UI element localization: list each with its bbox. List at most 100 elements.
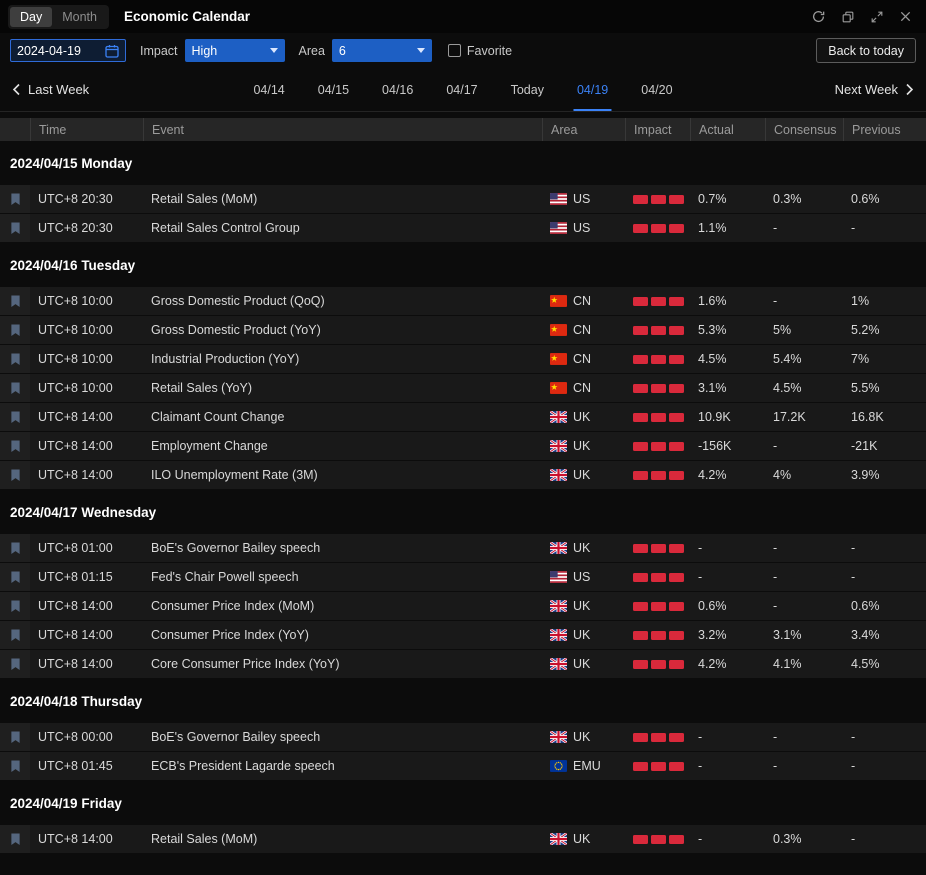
last-week-button[interactable]: Last Week	[12, 82, 89, 97]
actual-cell: 1.1%	[698, 221, 727, 235]
impact-bar	[651, 441, 666, 451]
actual-cell: -	[698, 832, 703, 846]
consensus-cell: 5%	[773, 323, 792, 337]
time-cell: UTC+8 20:30	[38, 221, 113, 235]
bookmark-cell[interactable]	[0, 752, 30, 780]
bookmark-cell[interactable]	[0, 592, 30, 620]
previous-cell: -21K	[851, 439, 878, 453]
impact-bar	[651, 194, 666, 204]
event-cell: ECB's President Lagarde speech	[151, 759, 335, 773]
event-row[interactable]: UTC+8 01:15 Fed's Chair Powell speech US - -…	[0, 563, 926, 591]
next-week-button[interactable]: Next Week	[835, 82, 914, 97]
event-row[interactable]: UTC+8 00:00 BoE's Governor Bailey speech U…	[0, 723, 926, 751]
uk-flag-icon	[550, 833, 567, 845]
week-day-04-16[interactable]: 04/16	[379, 68, 416, 111]
titlebar: Day Month Economic Calendar	[0, 0, 926, 33]
bookmark-cell[interactable]	[0, 825, 30, 853]
week-day-04-15[interactable]: 04/15	[315, 68, 352, 111]
expand-icon[interactable]	[870, 10, 884, 24]
event-row[interactable]: UTC+8 10:00 Industrial Production (YoY) CN…	[0, 345, 926, 373]
bookmark-cell[interactable]	[0, 185, 30, 213]
actual-cell: 0.6%	[698, 599, 727, 613]
area-cell: UK	[542, 403, 625, 431]
bookmark-cell[interactable]	[0, 461, 30, 489]
bookmark-cell[interactable]	[0, 563, 30, 591]
bookmark-cell[interactable]	[0, 287, 30, 315]
event-row[interactable]: UTC+8 10:00 Gross Domestic Product (QoQ) C…	[0, 287, 926, 315]
time-cell: UTC+8 14:00	[38, 832, 113, 846]
bookmark-cell[interactable]	[0, 345, 30, 373]
event-row[interactable]: UTC+8 10:00 Gross Domestic Product (YoY) C…	[0, 316, 926, 344]
favorite-checkbox[interactable]: Favorite	[447, 44, 512, 58]
bookmark-cell[interactable]	[0, 650, 30, 678]
event-row[interactable]: UTC+8 14:00 Employment Change UK -156K - -21K	[0, 432, 926, 460]
bookmark-cell[interactable]	[0, 621, 30, 649]
week-day-04-17[interactable]: 04/17	[443, 68, 480, 111]
bookmark-cell[interactable]	[0, 534, 30, 562]
consensus-cell: 5.4%	[773, 352, 802, 366]
event-row[interactable]: UTC+8 14:00 Consumer Price Index (YoY) UK 3…	[0, 621, 926, 649]
close-icon[interactable]	[899, 10, 912, 23]
bookmark-cell[interactable]	[0, 723, 30, 751]
impact-bar	[633, 223, 648, 233]
consensus-cell: -	[773, 599, 778, 613]
consensus-cell: 0.3%	[773, 192, 802, 206]
tab-day[interactable]: Day	[10, 6, 53, 27]
area-cell: CN	[542, 287, 625, 315]
event-row[interactable]: UTC+8 01:00 BoE's Governor Bailey speech U…	[0, 534, 926, 562]
impact-select[interactable]: High	[184, 39, 285, 62]
impact-bar	[651, 732, 666, 742]
week-day-04-14[interactable]: 04/14	[250, 68, 287, 111]
week-days: 04/14 04/15 04/16 04/17 Today 04/19 04/20	[250, 68, 675, 111]
bookmark-cell[interactable]	[0, 316, 30, 344]
impact-bar	[669, 194, 684, 204]
tab-month[interactable]: Month	[52, 7, 107, 27]
bookmark-cell[interactable]	[0, 403, 30, 431]
area-code: CN	[573, 323, 592, 337]
restore-icon[interactable]	[841, 10, 855, 24]
impact-bar	[669, 412, 684, 422]
event-row[interactable]: UTC+8 20:30 Retail Sales (MoM) US 0.7% 0.3% 0…	[0, 185, 926, 213]
area-code: UK	[573, 730, 591, 744]
event-cell: Consumer Price Index (MoM)	[151, 599, 315, 613]
time-cell: UTC+8 00:00	[38, 730, 113, 744]
actual-cell: 0.7%	[698, 192, 727, 206]
event-row[interactable]: UTC+8 14:00 ILO Unemployment Rate (3M) UK 4…	[0, 461, 926, 489]
event-row[interactable]: UTC+8 01:45 ECB's President Lagarde speec…	[0, 752, 926, 780]
week-day-04-19[interactable]: 04/19	[573, 68, 612, 111]
refresh-icon[interactable]	[811, 9, 826, 24]
event-row[interactable]: UTC+8 14:00 Retail Sales (MoM) UK - 0.3% -	[0, 825, 926, 853]
impact-bar	[669, 732, 684, 742]
event-cell: Gross Domestic Product (YoY)	[151, 323, 321, 337]
last-week-label: Last Week	[28, 82, 90, 97]
impact-cell	[625, 403, 690, 431]
week-day-today[interactable]: Today	[508, 68, 547, 111]
week-day-04-20[interactable]: 04/20	[638, 68, 675, 111]
impact-bar	[651, 572, 666, 582]
bookmark-cell[interactable]	[0, 214, 30, 242]
impact-bar	[651, 601, 666, 611]
event-row[interactable]: UTC+8 20:30 Retail Sales Control Group US 1…	[0, 214, 926, 242]
actual-cell: 10.9K	[698, 410, 731, 424]
bookmark-cell[interactable]	[0, 432, 30, 460]
event-row[interactable]: UTC+8 14:00 Core Consumer Price Index (Yo…	[0, 650, 926, 678]
page-title: Economic Calendar	[123, 9, 251, 24]
impact-bar	[669, 572, 684, 582]
area-cell: UK	[542, 650, 625, 678]
event-row[interactable]: UTC+8 14:00 Claimant Count Change UK 10.9K 1…	[0, 403, 926, 431]
date-input[interactable]: 2024-04-19	[10, 39, 126, 62]
chevron-left-icon	[12, 83, 20, 96]
event-row[interactable]: UTC+8 10:00 Retail Sales (YoY) CN 3.1% 4.5% 5…	[0, 374, 926, 402]
bookmark-column-header	[0, 118, 30, 141]
uk-flag-icon	[550, 731, 567, 743]
impact-bar	[633, 470, 648, 480]
event-row[interactable]: UTC+8 14:00 Consumer Price Index (MoM) UK 0…	[0, 592, 926, 620]
area-cell: UK	[542, 432, 625, 460]
back-to-today-button[interactable]: Back to today	[816, 38, 916, 63]
area-select[interactable]: 6	[331, 39, 432, 62]
consensus-cell: -	[773, 570, 778, 584]
area-code: UK	[573, 599, 591, 613]
impact-cell	[625, 461, 690, 489]
actual-cell: -	[698, 570, 703, 584]
bookmark-cell[interactable]	[0, 374, 30, 402]
